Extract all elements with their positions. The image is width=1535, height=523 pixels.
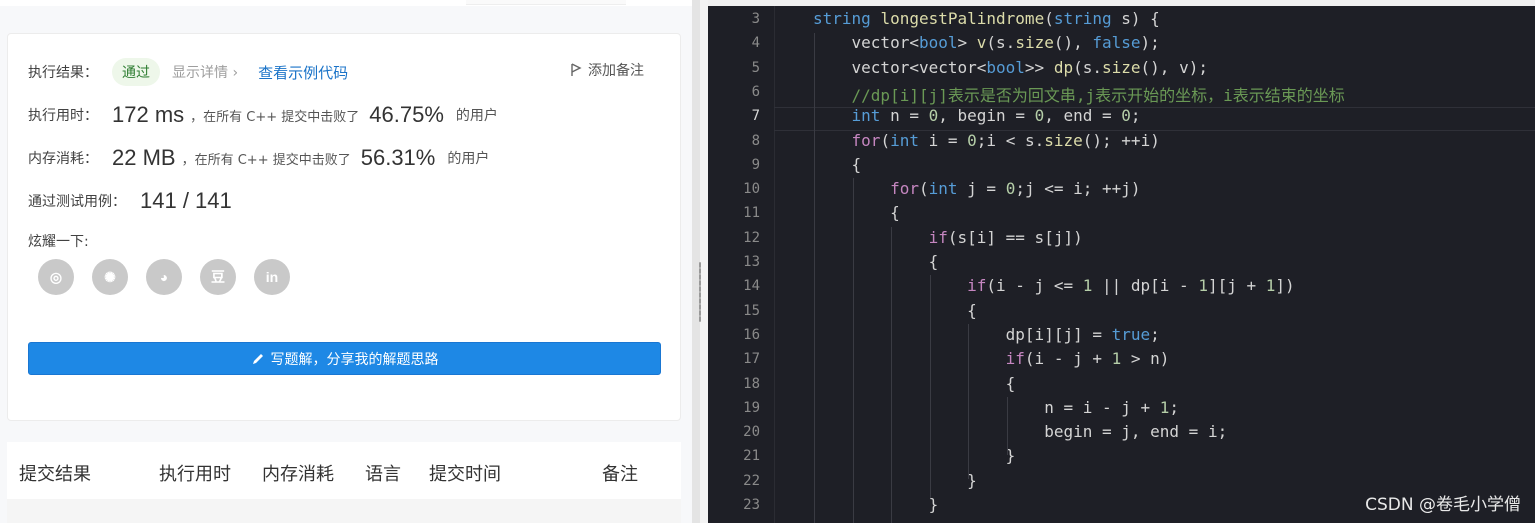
- code-line[interactable]: if(i - j + 1 > n): [813, 349, 1170, 368]
- code-line[interactable]: for(int j = 0;j <= i; ++j): [813, 179, 1141, 198]
- share-row-label: 炫耀一下:: [28, 231, 89, 251]
- tests-value: 141 / 141: [140, 188, 232, 213]
- line-number: 9: [751, 156, 760, 173]
- share-label: 炫耀一下:: [28, 234, 89, 250]
- code-line[interactable]: vector<bool> v(s.size(), false);: [813, 33, 1160, 52]
- exec-time-row: 执行用时： 172 ms ，在所有 C++ 提交中击败了 46.75% 的用户: [28, 102, 498, 128]
- indent-guide: [930, 275, 931, 498]
- flag-icon: [571, 63, 582, 76]
- th-language[interactable]: 语言: [365, 460, 401, 486]
- exec-time-users-text: 的用户: [455, 108, 498, 124]
- write-solution-label: 写题解，分享我的解题思路: [270, 351, 439, 368]
- show-detail-link[interactable]: 显示详情 ›: [172, 62, 238, 82]
- line-number: 11: [743, 205, 760, 222]
- code-line[interactable]: int n = 0, begin = 0, end = 0;: [813, 106, 1141, 125]
- code-line[interactable]: vector<vector<bool>> dp(s.size(), v);: [813, 58, 1208, 77]
- exec-time-percent: 46.75%: [369, 102, 444, 127]
- line-number: 22: [743, 472, 760, 489]
- code-line[interactable]: {: [813, 203, 900, 222]
- indent-guide: [891, 227, 892, 523]
- indent-guide: [814, 33, 815, 523]
- table-row[interactable]: [7, 499, 681, 523]
- line-number: 20: [743, 424, 760, 441]
- memory-users-text: 的用户: [447, 151, 490, 167]
- memory-beat-text: ，在所有 C++ 提交中击败了: [181, 152, 351, 168]
- th-memory[interactable]: 内存消耗: [262, 460, 334, 486]
- indent-guide: [1007, 397, 1008, 455]
- line-number: 4: [751, 35, 760, 52]
- qq-icon[interactable]: ◕: [146, 259, 182, 295]
- line-number: 18: [743, 375, 760, 392]
- line-number: 17: [743, 351, 760, 368]
- code-line[interactable]: begin = j, end = i;: [813, 422, 1227, 441]
- status-badge: 通过: [112, 58, 160, 86]
- view-example-code-link[interactable]: 查看示例代码: [258, 62, 348, 83]
- code-line[interactable]: dp[i][j] = true;: [813, 325, 1160, 344]
- wechat-icon[interactable]: ◎: [38, 259, 74, 295]
- write-solution-button[interactable]: 写题解，分享我的解题思路: [28, 342, 661, 375]
- add-note-button[interactable]: 添加备注: [570, 60, 644, 80]
- result-card: 执行结果： 通过 显示详情 › 查看示例代码 添加备注 执行用时： 172 ms…: [7, 33, 681, 421]
- code-line[interactable]: if(i - j <= 1 || dp[i - 1][j + 1]): [813, 276, 1295, 295]
- tests-label: 通过测试用例：: [28, 194, 126, 210]
- indent-guide: [853, 178, 854, 523]
- exec-time-label: 执行用时：: [28, 108, 98, 124]
- panel-resize-handle[interactable]: [692, 0, 708, 523]
- top-tab-active[interactable]: [466, 0, 626, 5]
- code-line[interactable]: {: [813, 301, 977, 320]
- line-number: 13: [743, 254, 760, 270]
- th-note[interactable]: 备注: [602, 460, 638, 486]
- exec-time-beat-text: ，在所有 C++ 提交中击败了: [190, 109, 360, 125]
- submission-result-panel: 执行结果： 通过 显示详情 › 查看示例代码 添加备注 执行用时： 172 ms…: [0, 0, 692, 523]
- linkedin-icon[interactable]: in: [254, 259, 290, 295]
- watermark: CSDN @卷毛小学僧: [1365, 495, 1521, 515]
- line-number: 23: [743, 497, 760, 513]
- line-number: 6: [751, 83, 760, 100]
- gutter-separator: [774, 6, 775, 523]
- line-number: 12: [743, 229, 760, 246]
- memory-row: 内存消耗： 22 MB ，在所有 C++ 提交中击败了 56.31% 的用户: [28, 145, 489, 171]
- douban-icon[interactable]: 豆: [200, 259, 236, 295]
- line-number: 15: [743, 302, 760, 319]
- pencil-icon: [252, 353, 263, 364]
- code-editor[interactable]: 3 string longestPalindrome(string s) { 4 v…: [708, 6, 1535, 523]
- weibo-icon[interactable]: ✺: [92, 259, 128, 295]
- line-number: 3: [751, 11, 760, 27]
- line-number: 14: [743, 278, 760, 295]
- line-number: 8: [751, 132, 760, 149]
- exec-time-value: 172 ms: [112, 102, 185, 127]
- memory-label: 内存消耗：: [28, 151, 98, 167]
- line-number: 10: [743, 181, 760, 198]
- drag-handle-icon: [699, 262, 701, 322]
- indent-guide: [968, 324, 969, 479]
- line-number: 16: [743, 326, 760, 343]
- line-number: 5: [751, 59, 760, 76]
- line-number: 21: [743, 448, 760, 465]
- code-line[interactable]: n = i - j + 1;: [813, 398, 1179, 417]
- code-line[interactable]: }: [813, 495, 939, 514]
- memory-percent: 56.31%: [360, 145, 436, 170]
- submission-table: 提交结果 执行用时 内存消耗 语言 提交时间 备注: [7, 442, 681, 523]
- tests-row: 通过测试用例： 141 / 141: [28, 188, 232, 214]
- exec-result-label: 执行结果：: [28, 65, 98, 81]
- line-number: 19: [743, 399, 760, 416]
- code-line[interactable]: string longestPalindrome(string s) {: [813, 9, 1160, 28]
- add-note-label: 添加备注: [588, 63, 644, 79]
- th-result[interactable]: 提交结果: [19, 460, 91, 486]
- code-line[interactable]: //dp[i][j]表示是否为回文串,j表示开始的坐标，i表示结束的坐标: [813, 82, 1345, 106]
- exec-result-row: 执行结果： 通过 显示详情 › 查看示例代码: [28, 58, 348, 86]
- memory-value: 22 MB: [112, 145, 176, 170]
- th-time[interactable]: 执行用时: [159, 460, 231, 486]
- share-icons: ◎ ✺ ◕ 豆 in: [38, 259, 308, 295]
- code-line[interactable]: }: [813, 471, 977, 490]
- code-line[interactable]: {: [813, 374, 1016, 393]
- code-line[interactable]: {: [813, 155, 862, 174]
- th-submit-time[interactable]: 提交时间: [429, 460, 501, 486]
- code-line[interactable]: }: [813, 446, 1016, 465]
- code-line[interactable]: for(int i = 0;i < s.size(); ++i): [813, 131, 1160, 150]
- line-number: 7: [751, 108, 760, 125]
- code-line[interactable]: {: [813, 252, 939, 271]
